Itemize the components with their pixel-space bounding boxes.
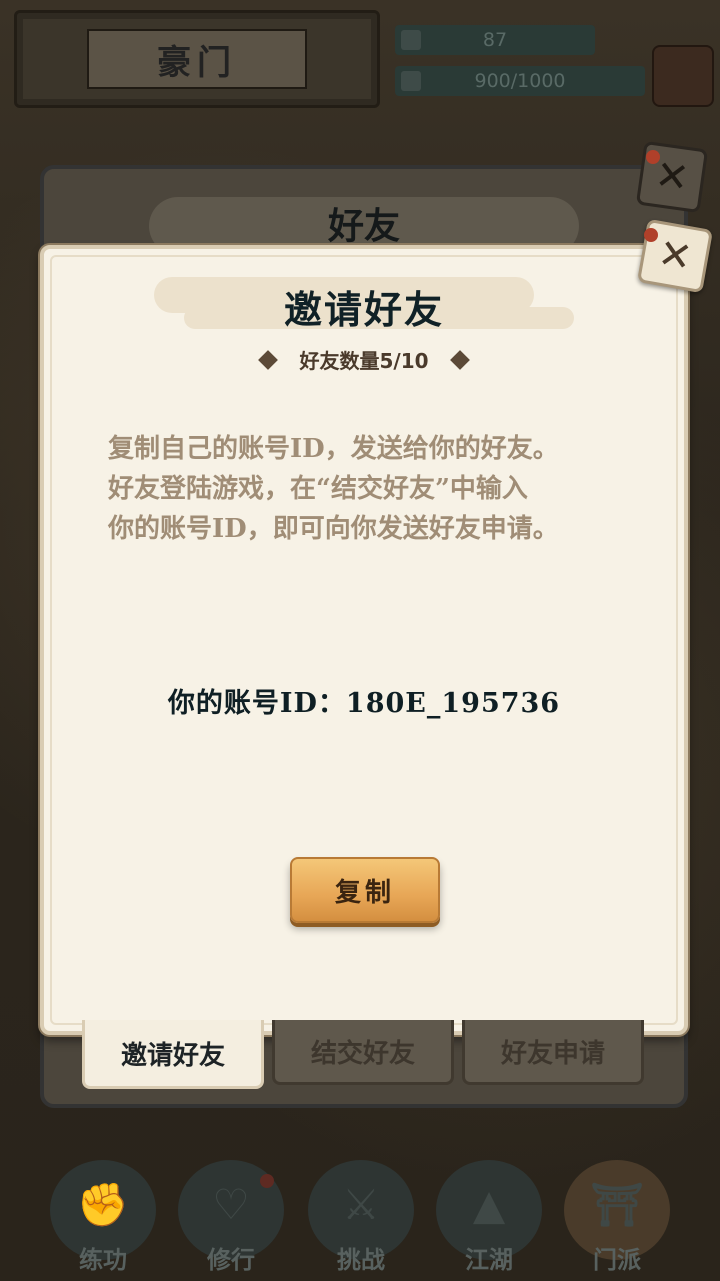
nav-label: 门派 xyxy=(593,1246,641,1274)
nav-sect[interactable]: ⛩ 门派 xyxy=(564,1160,670,1281)
nav-label: 练功 xyxy=(79,1246,127,1274)
gate-icon: ⛩ xyxy=(590,1180,644,1229)
close-icon: ✕ xyxy=(654,230,696,282)
pin-icon xyxy=(646,150,660,164)
instruction-line: 复制自己的账号ID，发送给你的好友。 xyxy=(108,434,559,464)
nav-training[interactable]: ✊ 练功 xyxy=(50,1160,156,1281)
tab-friend-requests[interactable]: 好友申请 xyxy=(462,1020,644,1085)
account-id: 你的账号ID：180E_195736 xyxy=(167,688,561,719)
nav-label: 挑战 xyxy=(337,1246,385,1274)
energy-bar: 900/1000 xyxy=(395,66,645,96)
friends-panel-title: 好友 xyxy=(327,206,400,247)
tab-invite-friends[interactable]: 邀请好友 xyxy=(82,1020,264,1089)
sect-title: 豪门 xyxy=(87,29,307,89)
invite-instructions: 复制自己的账号ID，发送给你的好友。 好友登陆游戏，在“结交好友”中输入 你的账… xyxy=(108,429,634,549)
coin-icon xyxy=(401,30,421,50)
friend-count: 好友数量5/10 xyxy=(299,349,429,373)
top-banner: 豪门 xyxy=(14,10,380,108)
instruction-line: 你的账号ID，即可向你发送好友申请。 xyxy=(108,514,559,544)
invite-dialog-title: 邀请好友 xyxy=(283,288,444,332)
energy-value: 900/1000 xyxy=(474,70,566,92)
nav-challenge[interactable]: ⚔ 挑战 xyxy=(308,1160,414,1281)
tab-make-friends[interactable]: 结交好友 xyxy=(272,1020,454,1085)
crossed-swords-icon: ⚔ xyxy=(342,1180,380,1229)
bottom-navigation: ✊ 练功 ♡ 修行 ⚔ 挑战 ▲ 江湖 ⛩ 门派 xyxy=(0,1150,720,1281)
nav-cultivation[interactable]: ♡ 修行 xyxy=(178,1160,284,1281)
instruction-line: 好友登陆游戏，在“结交好友”中输入 xyxy=(108,474,528,504)
pin-icon xyxy=(644,228,658,242)
currency-bar: 87 xyxy=(395,25,595,55)
chest-icon[interactable] xyxy=(652,45,714,107)
nav-label: 修行 xyxy=(207,1246,255,1274)
mountain-icon: ▲ xyxy=(472,1180,506,1229)
currency-value: 87 xyxy=(482,29,508,51)
shield-icon xyxy=(401,71,421,91)
diamond-icon xyxy=(449,349,470,370)
nav-label: 江湖 xyxy=(465,1246,513,1274)
diamond-icon xyxy=(258,349,279,370)
nav-jianghu[interactable]: ▲ 江湖 xyxy=(436,1160,542,1281)
copy-button[interactable]: 复制 xyxy=(290,857,440,923)
invite-dialog: 邀请好友 好友数量5/10 复制自己的账号ID，发送给你的好友。 好友登陆游戏，… xyxy=(40,245,688,1035)
fist-icon: ✊ xyxy=(76,1180,130,1229)
notification-dot xyxy=(260,1174,274,1188)
friend-count-row: 好友数量5/10 xyxy=(44,345,684,374)
